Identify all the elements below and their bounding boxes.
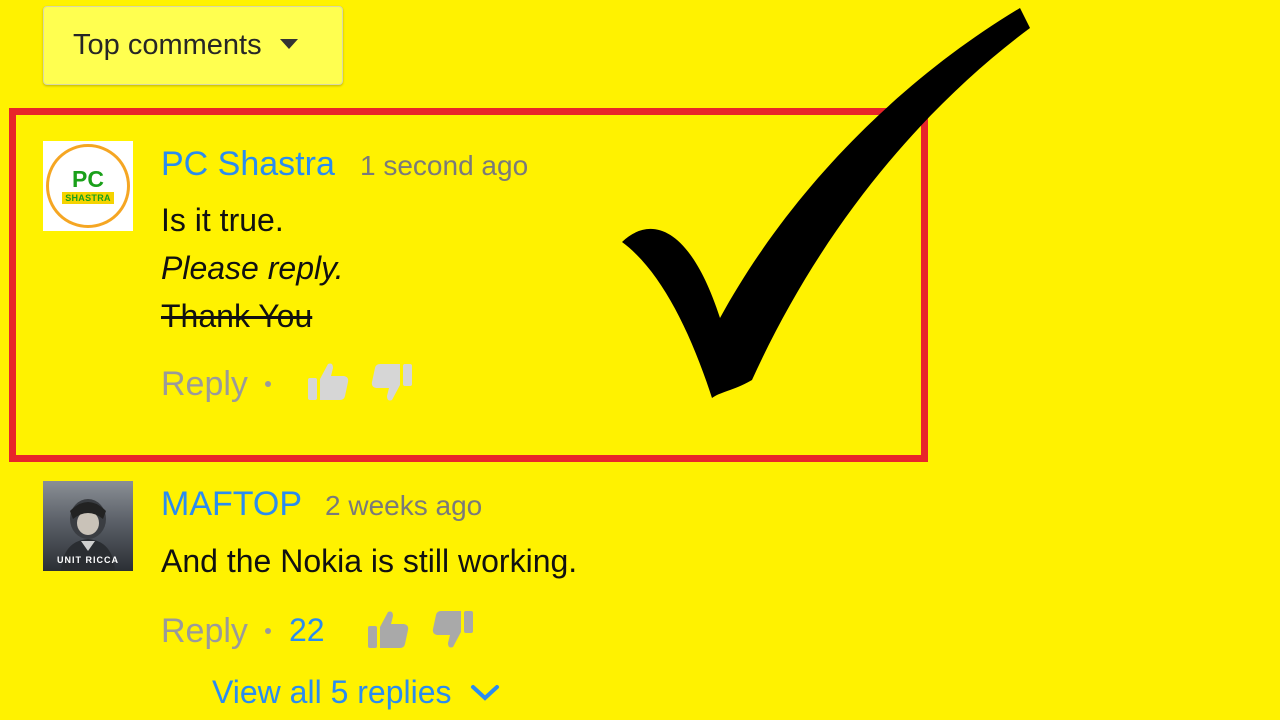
checkmark-icon bbox=[622, 8, 1030, 398]
